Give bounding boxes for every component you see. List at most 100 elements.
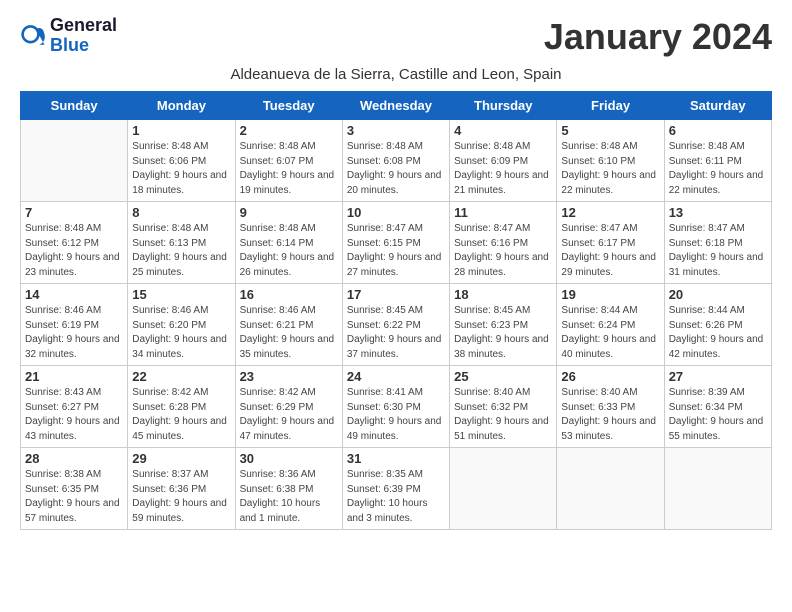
logo: General Blue <box>20 16 117 56</box>
day-number: 8 <box>132 205 230 220</box>
calendar-header-row: Sunday Monday Tuesday Wednesday Thursday… <box>21 92 772 120</box>
day-number: 22 <box>132 369 230 384</box>
day-detail: Sunrise: 8:47 AM Sunset: 6:16 PM Dayligh… <box>454 222 552 280</box>
calendar-cell: 25 Sunrise: 8:40 AM Sunset: 6:32 PM Dayli… <box>450 366 557 448</box>
calendar-cell: 17 Sunrise: 8:45 AM Sunset: 6:22 PM Dayli… <box>342 284 449 366</box>
day-number: 6 <box>669 123 767 138</box>
day-number: 2 <box>240 123 338 138</box>
day-number: 13 <box>669 205 767 220</box>
calendar-cell: 14 Sunrise: 8:46 AM Sunset: 6:19 PM Dayli… <box>21 284 128 366</box>
calendar-cell: 7Sunrise: 8:48 AM Sunset: 6:12 PM Daylig… <box>21 202 128 284</box>
day-detail: Sunrise: 8:41 AM Sunset: 6:30 PM Dayligh… <box>347 386 445 444</box>
calendar-cell: 11Sunrise: 8:47 AM Sunset: 6:16 PM Dayli… <box>450 202 557 284</box>
day-detail: Sunrise: 8:47 AM Sunset: 6:17 PM Dayligh… <box>561 222 659 280</box>
day-detail: Sunrise: 8:48 AM Sunset: 6:09 PM Dayligh… <box>454 140 552 198</box>
day-number: 24 <box>347 369 445 384</box>
calendar-week-row: 14 Sunrise: 8:46 AM Sunset: 6:19 PM Dayli… <box>21 284 772 366</box>
day-detail: Sunrise: 8:44 AM Sunset: 6:24 PM Dayligh… <box>561 304 659 362</box>
calendar-cell: 26 Sunrise: 8:40 AM Sunset: 6:33 PM Dayli… <box>557 366 664 448</box>
calendar-cell: 27Sunrise: 8:39 AM Sunset: 6:34 PM Dayli… <box>664 366 771 448</box>
day-number: 27 <box>669 369 767 384</box>
day-number: 14 <box>25 287 123 302</box>
day-number: 12 <box>561 205 659 220</box>
calendar-cell: 18Sunrise: 8:45 AM Sunset: 6:23 PM Dayli… <box>450 284 557 366</box>
calendar-week-row: 28 Sunrise: 8:38 AM Sunset: 6:35 PM Dayli… <box>21 448 772 530</box>
calendar-week-row: 1 Sunrise: 8:48 AM Sunset: 6:06 PM Daylig… <box>21 120 772 202</box>
title-block: January 2024 <box>544 16 772 58</box>
calendar-cell: 9Sunrise: 8:48 AM Sunset: 6:14 PM Daylig… <box>235 202 342 284</box>
day-detail: Sunrise: 8:44 AM Sunset: 6:26 PM Dayligh… <box>669 304 767 362</box>
calendar-cell: 12 Sunrise: 8:47 AM Sunset: 6:17 PM Dayli… <box>557 202 664 284</box>
day-detail: Sunrise: 8:47 AM Sunset: 6:18 PM Dayligh… <box>669 222 767 280</box>
calendar-cell: 16 Sunrise: 8:46 AM Sunset: 6:21 PM Dayli… <box>235 284 342 366</box>
calendar-cell: 30 Sunrise: 8:36 AM Sunset: 6:38 PM Dayli… <box>235 448 342 530</box>
day-number: 30 <box>240 451 338 466</box>
day-detail: Sunrise: 8:46 AM Sunset: 6:21 PM Dayligh… <box>240 304 338 362</box>
calendar-cell: 5Sunrise: 8:48 AM Sunset: 6:10 PM Daylig… <box>557 120 664 202</box>
calendar-cell: 23 Sunrise: 8:42 AM Sunset: 6:29 PM Dayli… <box>235 366 342 448</box>
col-thursday: Thursday <box>450 92 557 120</box>
day-number: 21 <box>25 369 123 384</box>
day-detail: Sunrise: 8:48 AM Sunset: 6:12 PM Dayligh… <box>25 222 123 280</box>
day-detail: Sunrise: 8:42 AM Sunset: 6:29 PM Dayligh… <box>240 386 338 444</box>
calendar-cell: 6Sunrise: 8:48 AM Sunset: 6:11 PM Daylig… <box>664 120 771 202</box>
calendar-cell <box>21 120 128 202</box>
day-number: 31 <box>347 451 445 466</box>
calendar-cell: 1 Sunrise: 8:48 AM Sunset: 6:06 PM Daylig… <box>128 120 235 202</box>
calendar-cell: 21 Sunrise: 8:43 AM Sunset: 6:27 PM Dayli… <box>21 366 128 448</box>
day-detail: Sunrise: 8:48 AM Sunset: 6:13 PM Dayligh… <box>132 222 230 280</box>
calendar-cell: 8 Sunrise: 8:48 AM Sunset: 6:13 PM Daylig… <box>128 202 235 284</box>
calendar-cell: 22 Sunrise: 8:42 AM Sunset: 6:28 PM Dayli… <box>128 366 235 448</box>
col-monday: Monday <box>128 92 235 120</box>
location: Aldeanueva de la Sierra, Castille and Le… <box>20 66 772 83</box>
calendar-cell: 20 Sunrise: 8:44 AM Sunset: 6:26 PM Dayli… <box>664 284 771 366</box>
day-detail: Sunrise: 8:46 AM Sunset: 6:19 PM Dayligh… <box>25 304 123 362</box>
calendar-cell: 13 Sunrise: 8:47 AM Sunset: 6:18 PM Dayli… <box>664 202 771 284</box>
day-detail: Sunrise: 8:46 AM Sunset: 6:20 PM Dayligh… <box>132 304 230 362</box>
logo-icon <box>20 22 48 50</box>
day-detail: Sunrise: 8:37 AM Sunset: 6:36 PM Dayligh… <box>132 468 230 526</box>
calendar-cell: 29 Sunrise: 8:37 AM Sunset: 6:36 PM Dayli… <box>128 448 235 530</box>
calendar-cell: 4 Sunrise: 8:48 AM Sunset: 6:09 PM Daylig… <box>450 120 557 202</box>
day-number: 28 <box>25 451 123 466</box>
day-number: 16 <box>240 287 338 302</box>
day-detail: Sunrise: 8:47 AM Sunset: 6:15 PM Dayligh… <box>347 222 445 280</box>
calendar-cell <box>450 448 557 530</box>
col-sunday: Sunday <box>21 92 128 120</box>
calendar-cell: 2 Sunrise: 8:48 AM Sunset: 6:07 PM Daylig… <box>235 120 342 202</box>
col-wednesday: Wednesday <box>342 92 449 120</box>
calendar-table: Sunday Monday Tuesday Wednesday Thursday… <box>20 91 772 530</box>
day-number: 29 <box>132 451 230 466</box>
day-detail: Sunrise: 8:43 AM Sunset: 6:27 PM Dayligh… <box>25 386 123 444</box>
col-friday: Friday <box>557 92 664 120</box>
day-number: 25 <box>454 369 552 384</box>
day-number: 10 <box>347 205 445 220</box>
day-detail: Sunrise: 8:38 AM Sunset: 6:35 PM Dayligh… <box>25 468 123 526</box>
day-detail: Sunrise: 8:48 AM Sunset: 6:07 PM Dayligh… <box>240 140 338 198</box>
page-header: General Blue January 2024 <box>20 16 772 58</box>
day-number: 20 <box>669 287 767 302</box>
day-number: 5 <box>561 123 659 138</box>
month-title: January 2024 <box>544 16 772 58</box>
day-detail: Sunrise: 8:35 AM Sunset: 6:39 PM Dayligh… <box>347 468 445 526</box>
logo-blue: Blue <box>50 36 117 56</box>
calendar-cell: 24 Sunrise: 8:41 AM Sunset: 6:30 PM Dayli… <box>342 366 449 448</box>
calendar-cell: 3Sunrise: 8:48 AM Sunset: 6:08 PM Daylig… <box>342 120 449 202</box>
day-detail: Sunrise: 8:36 AM Sunset: 6:38 PM Dayligh… <box>240 468 338 526</box>
day-number: 4 <box>454 123 552 138</box>
calendar-cell: 19 Sunrise: 8:44 AM Sunset: 6:24 PM Dayli… <box>557 284 664 366</box>
day-number: 23 <box>240 369 338 384</box>
day-number: 17 <box>347 287 445 302</box>
calendar-cell: 10 Sunrise: 8:47 AM Sunset: 6:15 PM Dayli… <box>342 202 449 284</box>
day-number: 18 <box>454 287 552 302</box>
day-number: 26 <box>561 369 659 384</box>
day-number: 19 <box>561 287 659 302</box>
col-tuesday: Tuesday <box>235 92 342 120</box>
day-number: 1 <box>132 123 230 138</box>
day-detail: Sunrise: 8:40 AM Sunset: 6:33 PM Dayligh… <box>561 386 659 444</box>
day-detail: Sunrise: 8:45 AM Sunset: 6:22 PM Dayligh… <box>347 304 445 362</box>
day-detail: Sunrise: 8:48 AM Sunset: 6:14 PM Dayligh… <box>240 222 338 280</box>
day-detail: Sunrise: 8:40 AM Sunset: 6:32 PM Dayligh… <box>454 386 552 444</box>
day-detail: Sunrise: 8:48 AM Sunset: 6:06 PM Dayligh… <box>132 140 230 198</box>
day-detail: Sunrise: 8:42 AM Sunset: 6:28 PM Dayligh… <box>132 386 230 444</box>
